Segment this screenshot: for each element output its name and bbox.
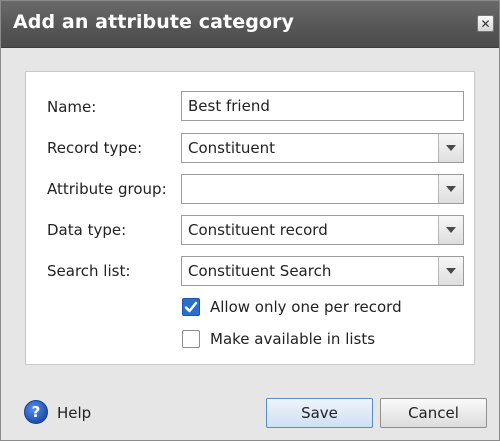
make-available-in-lists-label[interactable]: Make available in lists bbox=[210, 330, 375, 348]
data-type-dropdown-button[interactable] bbox=[438, 216, 463, 244]
close-icon[interactable]: ✕ bbox=[477, 15, 494, 32]
search-list-select[interactable]: Constituent Search bbox=[181, 256, 464, 286]
help-icon[interactable]: ? bbox=[24, 400, 48, 424]
add-attribute-category-dialog: Add an attribute category ✕ Name: Best f… bbox=[0, 0, 500, 441]
make-available-in-lists-checkbox[interactable] bbox=[182, 330, 200, 348]
data-type-value: Constituent record bbox=[188, 221, 328, 239]
dialog-title: Add an attribute category bbox=[13, 11, 295, 33]
data-type-label: Data type: bbox=[47, 221, 127, 239]
cancel-button[interactable]: Cancel bbox=[380, 398, 487, 428]
chevron-down-icon bbox=[446, 268, 456, 274]
dialog-titlebar: Add an attribute category ✕ bbox=[1, 1, 499, 48]
attribute-group-select[interactable] bbox=[181, 174, 464, 204]
record-type-value: Constituent bbox=[188, 139, 276, 157]
name-label: Name: bbox=[47, 98, 97, 116]
chevron-down-icon bbox=[446, 227, 456, 233]
record-type-dropdown-button[interactable] bbox=[438, 134, 463, 162]
chevron-down-icon bbox=[446, 186, 456, 192]
allow-one-per-record-checkbox[interactable] bbox=[182, 298, 200, 316]
help-link[interactable]: Help bbox=[57, 404, 91, 422]
data-type-select[interactable]: Constituent record bbox=[181, 215, 464, 245]
search-list-value: Constituent Search bbox=[188, 262, 332, 280]
attribute-group-label: Attribute group: bbox=[47, 180, 167, 198]
save-button[interactable]: Save bbox=[266, 398, 373, 428]
name-input-value: Best friend bbox=[188, 97, 270, 115]
name-input[interactable]: Best friend bbox=[181, 91, 464, 121]
record-type-label: Record type: bbox=[47, 139, 143, 157]
checkmark-icon bbox=[184, 301, 198, 313]
record-type-select[interactable]: Constituent bbox=[181, 133, 464, 163]
attribute-group-dropdown-button[interactable] bbox=[438, 175, 463, 203]
chevron-down-icon bbox=[446, 145, 456, 151]
allow-one-per-record-label[interactable]: Allow only one per record bbox=[210, 298, 402, 316]
search-list-label: Search list: bbox=[47, 262, 131, 280]
search-list-dropdown-button[interactable] bbox=[438, 257, 463, 285]
